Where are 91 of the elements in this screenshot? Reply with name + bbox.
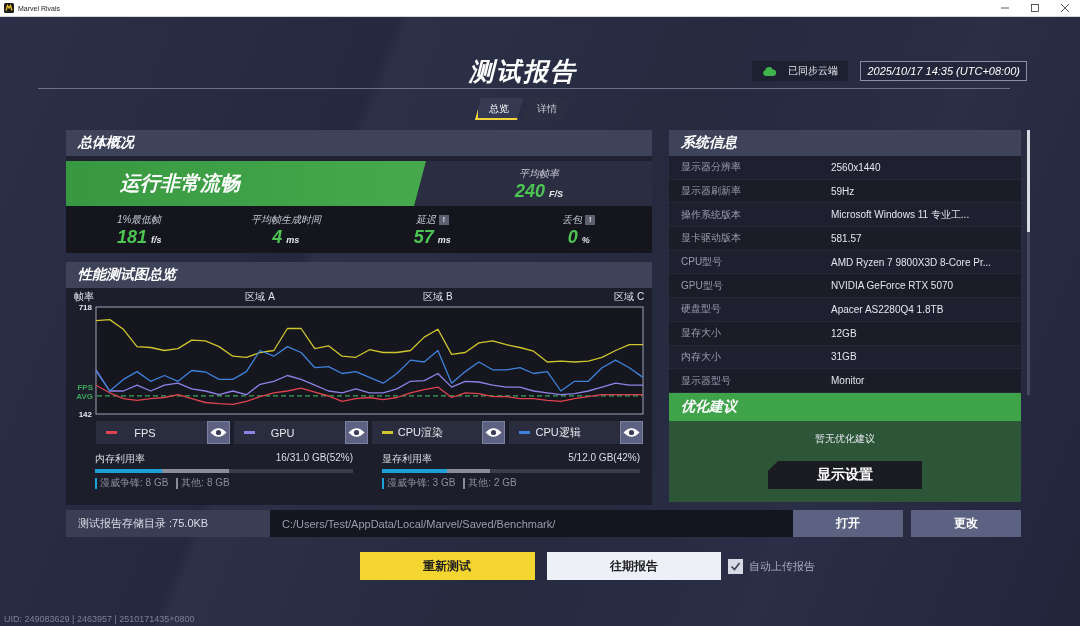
- minimize-icon: [1001, 4, 1009, 12]
- stat-label: 丢包: [562, 212, 583, 227]
- info-value: 2560x1440: [831, 161, 882, 173]
- advice-message: 暂无优化建议: [815, 431, 875, 446]
- retest-button[interactable]: 重新测试: [359, 552, 535, 580]
- visibility-toggle[interactable]: [482, 421, 506, 444]
- uid-text: UID: 249083629 | 2463957 | 2510171435+0800: [3, 614, 196, 626]
- legend-label: CPU逻辑: [534, 425, 582, 440]
- eye-icon: [623, 427, 640, 438]
- region-label: 区域 B: [423, 291, 453, 302]
- info-value: AMD Ryzen 7 9800X3D 8-Core Pr...: [831, 256, 993, 268]
- eye-icon: [209, 427, 227, 438]
- display-settings-button[interactable]: 显示设置: [768, 460, 922, 489]
- panel-header: 优化建议: [669, 392, 1021, 421]
- legend-label: 漫威争锋: 3 GB: [387, 476, 456, 490]
- history-button[interactable]: 往期报告: [546, 552, 721, 580]
- info-label: 显示器刷新率: [681, 184, 742, 199]
- checkbox-label: 自动上传报告: [748, 558, 815, 574]
- stat-label: 1%最低帧: [117, 212, 162, 227]
- visibility-toggle[interactable]: [344, 421, 368, 444]
- legend-label: 漫威争锋: 8 GB: [100, 476, 169, 490]
- legend-label: FPS: [133, 426, 157, 439]
- panel-header: 总体概况: [66, 130, 652, 156]
- stat-value: 240: [514, 180, 545, 201]
- info-label: 操作系统版本: [681, 207, 742, 222]
- eye-icon: [485, 427, 503, 438]
- legend-label: 其他: 2 GB: [468, 476, 517, 490]
- tab[interactable]: 总览: [475, 98, 523, 120]
- memory-label: 显存利用率: [382, 452, 432, 466]
- info-label: CPU型号: [681, 255, 724, 270]
- region-label: 区域 C: [614, 291, 645, 302]
- info-value: 59Hz: [831, 185, 856, 197]
- info-value: 12GB: [831, 327, 858, 339]
- info-value: NVIDIA GeForce RTX 5070: [831, 280, 955, 292]
- unit-label: f/s: [151, 234, 162, 245]
- stat-value: 181: [116, 226, 147, 247]
- info-label: 显存大小: [681, 326, 722, 341]
- info-label: 显卡驱动版本: [681, 231, 742, 246]
- panel-header: 性能测试图总览: [66, 262, 652, 288]
- tick-label: 718: [78, 303, 92, 312]
- info-value: Microsoft Windows 11 专业工...: [831, 207, 971, 222]
- stat-value: 4: [272, 226, 283, 247]
- stat-value: 57: [413, 226, 434, 247]
- info-label: 内存大小: [681, 349, 722, 364]
- storage-button[interactable]: 更改: [911, 510, 1021, 537]
- info-label: 显示器分辨率: [681, 160, 742, 175]
- tick-label: 142: [78, 410, 92, 419]
- timestamp: 2025/10/17 14:35 (UTC+08:00): [860, 61, 1027, 81]
- unit-label: %: [581, 234, 590, 245]
- info-label: 硬盘型号: [681, 302, 722, 317]
- stat-label: 平均帧生成时间: [250, 212, 321, 227]
- page-title: 测试报告: [469, 56, 577, 87]
- region-label: 区域 A: [245, 291, 275, 302]
- info-value: Apacer AS2280Q4 1.8TB: [831, 303, 945, 315]
- memory-label: 内存利用率: [95, 452, 145, 466]
- unit-label: F/S: [549, 188, 564, 199]
- path-field[interactable]: C:/Users/Test/AppData/Local/Marvel/Saved/Benchmark/: [270, 510, 793, 537]
- stat-value: 0: [567, 226, 578, 247]
- stat-label: 平均帧率: [519, 166, 559, 181]
- legend-label: 其他: 8 GB: [181, 476, 230, 490]
- stat-label: 延迟: [415, 212, 436, 227]
- storage-button[interactable]: 打开: [793, 510, 903, 537]
- sync-label: 已同步云端: [788, 64, 839, 78]
- eye-icon: [347, 427, 365, 438]
- cloud-icon: [762, 66, 777, 76]
- info-value: 31GB: [831, 351, 858, 363]
- checkmark-icon: [729, 560, 741, 572]
- info-badge: !: [438, 214, 449, 225]
- info-label: 显示器型号: [681, 373, 732, 388]
- visibility-toggle[interactable]: [620, 421, 643, 444]
- close-icon: [1061, 4, 1069, 12]
- axis-label: 帧率: [74, 291, 94, 302]
- checkbox[interactable]: [727, 558, 743, 574]
- memory-reading: 5/12.0 GB(42%): [568, 452, 640, 465]
- info-badge: !: [585, 214, 596, 225]
- legend-label: CPU渲染: [396, 425, 444, 440]
- memory-reading: 16/31.0 GB(52%): [275, 452, 353, 465]
- reference-label: FPS AVG: [75, 382, 93, 401]
- maximize-icon: [1031, 4, 1039, 12]
- status-banner: 运行非常流畅: [66, 161, 426, 206]
- scrollbar[interactable]: [1027, 130, 1030, 395]
- unit-label: ms: [437, 234, 451, 245]
- storage-label: 测试报告存储目录 :75.0KB: [66, 510, 270, 537]
- info-value: 581.57: [831, 232, 863, 244]
- unit-label: ms: [286, 234, 300, 245]
- visibility-toggle[interactable]: [206, 421, 230, 444]
- info-value: Monitor: [831, 375, 866, 387]
- info-label: GPU型号: [681, 278, 724, 293]
- app-icon: [4, 3, 14, 13]
- legend-label: GPU: [269, 426, 296, 439]
- panel-header: 系统信息: [669, 130, 1021, 156]
